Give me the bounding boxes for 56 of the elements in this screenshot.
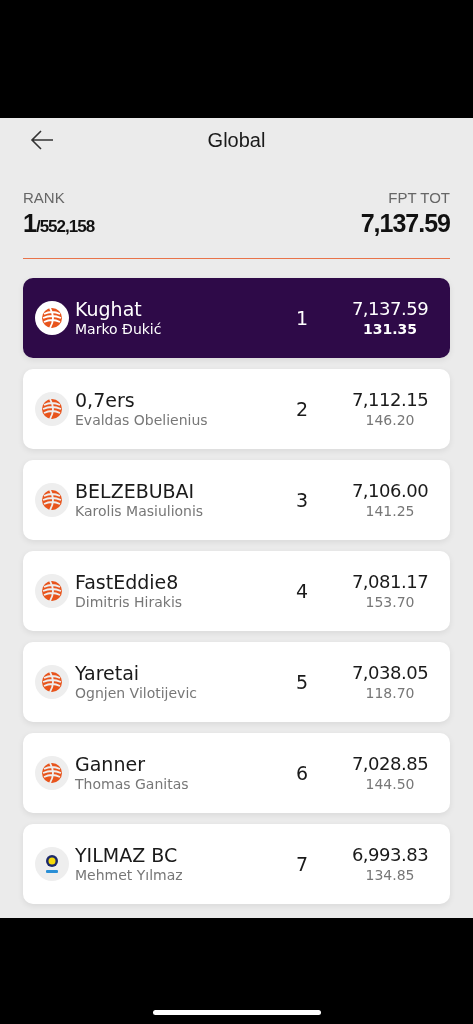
total-points: 7,038.05: [351, 662, 429, 684]
points-label: FPT TOT: [388, 189, 450, 206]
rank-number: 6: [294, 762, 310, 784]
manager-name: Thomas Ganitas: [75, 775, 190, 793]
manager-name: Evaldas Obelienius: [75, 411, 209, 429]
team-name: Kughat: [75, 298, 143, 320]
team-name: FastEddie8: [75, 571, 180, 593]
manager-name: Marko Đukić: [75, 320, 163, 338]
team-name: Ganner: [75, 753, 146, 775]
basketball-logo-icon: [35, 483, 69, 517]
basketball-logo-icon: [35, 392, 69, 426]
rank-number: 7: [294, 853, 310, 875]
team-name: BELZEBUBAI: [75, 480, 196, 502]
round-points: 134.85: [365, 866, 415, 884]
total-points: 6,993.83: [351, 844, 429, 866]
leaderboard-row[interactable]: Ganner Thomas Ganitas 6 7,028.85 144.50: [23, 733, 450, 813]
rank-number: 2: [294, 398, 310, 420]
basketball-logo-icon: [35, 665, 69, 699]
leaderboard-row[interactable]: Kughat Marko Đukić 1 7,137.59 131.35: [23, 278, 450, 358]
leaderboard-row[interactable]: 0,7ers Evaldas Obelienius 2 7,112.15 146.20: [23, 369, 450, 449]
manager-name: Mehmet Yılmaz: [75, 866, 184, 884]
manager-name: Karolis Masiulionis: [75, 502, 205, 520]
team-name: 0,7ers: [75, 389, 136, 411]
round-points: 153.70: [365, 593, 415, 611]
total-points: 7,106.00: [351, 480, 429, 502]
rank-total: /552,158: [35, 217, 95, 237]
back-button[interactable]: [29, 128, 55, 152]
round-points: 118.70: [365, 684, 415, 702]
round-points: 146.20: [365, 411, 415, 429]
manager-name: Ognjen Vilotijevic: [75, 684, 198, 702]
round-points: 141.25: [365, 502, 415, 520]
rank-number: 5: [294, 671, 310, 693]
rank-position: 1: [23, 209, 36, 238]
total-points: 7,081.17: [351, 571, 429, 593]
rank-number: 4: [294, 580, 310, 602]
rank-label: RANK: [23, 189, 65, 206]
leaderboard-row[interactable]: BELZEBUBAI Karolis Masiulionis 3 7,106.00 141.25: [23, 460, 450, 540]
round-points: 131.35: [363, 320, 417, 338]
club-crest-icon: [35, 847, 69, 881]
page-title: Global: [207, 128, 266, 152]
total-points: 7,028.85: [351, 753, 429, 775]
total-points: 7,137.59: [351, 298, 429, 320]
rank-number: 3: [294, 489, 310, 511]
points-total: 7,137.59: [360, 209, 450, 238]
round-points: 144.50: [365, 775, 415, 793]
manager-name: Dimitris Hirakis: [75, 593, 184, 611]
basketball-logo-icon: [35, 301, 69, 335]
leaderboard-row[interactable]: YILMAZ BC Mehmet Yılmaz 7 6,993.83 134.85: [23, 824, 450, 904]
rank-number: 1: [294, 307, 310, 329]
leaderboard-row[interactable]: Yaretai Ognjen Vilotijevic 5 7,038.05 118.70: [23, 642, 450, 722]
basketball-logo-icon: [35, 574, 69, 608]
team-name: YILMAZ BC: [75, 844, 179, 866]
team-name: Yaretai: [75, 662, 141, 684]
leaderboard-row[interactable]: FastEddie8 Dimitris Hirakis 4 7,081.17 153.70: [23, 551, 450, 631]
basketball-logo-icon: [35, 756, 69, 790]
total-points: 7,112.15: [351, 389, 429, 411]
